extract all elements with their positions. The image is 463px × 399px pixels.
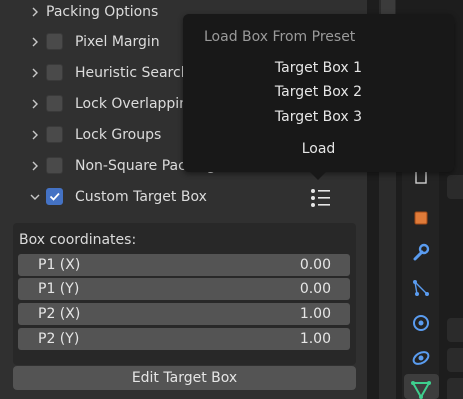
field-value: 1.00 <box>299 306 331 322</box>
lock-overlapping-checkbox[interactable] <box>46 95 63 112</box>
sidebar-tab[interactable] <box>381 0 395 14</box>
p1-x-field[interactable]: P1 (X) 0.00 <box>18 254 350 276</box>
physics-icon[interactable] <box>409 311 433 335</box>
field-label: P2 (Y) <box>38 331 80 347</box>
constraint-icon[interactable] <box>409 346 433 370</box>
wrench-icon[interactable] <box>409 241 433 265</box>
non-square-packing-checkbox[interactable] <box>46 157 63 174</box>
right-edge-button[interactable] <box>447 318 463 342</box>
preset-menu-title: Load Box From Preset <box>204 29 356 45</box>
lock-overlapping-label: Lock Overlapping <box>75 95 197 112</box>
popup-pointer <box>310 172 326 180</box>
edit-target-box-button[interactable]: Edit Target Box <box>13 366 356 390</box>
right-edge-button[interactable] <box>447 378 463 399</box>
field-value: 0.00 <box>299 281 331 297</box>
chevron-right-icon[interactable] <box>28 97 42 111</box>
target-box-subpanel: Box coordinates: P1 (X) 0.00 P1 (Y) 0.00… <box>13 223 356 365</box>
lock-groups-checkbox[interactable] <box>46 126 63 143</box>
preset-popup-menu: Load Box From Preset Target Box 1 Target… <box>183 14 454 172</box>
field-label: P1 (X) <box>38 257 81 273</box>
packing-options-label: Packing Options <box>46 3 159 20</box>
preset-item-target-box-1[interactable]: Target Box 1 <box>183 60 454 76</box>
right-edge-button[interactable] <box>447 348 463 372</box>
field-value: 1.00 <box>299 331 331 347</box>
box-coordinates-title: Box coordinates: <box>19 232 137 248</box>
chevron-right-icon[interactable] <box>28 35 42 49</box>
chevron-down-icon[interactable] <box>28 190 42 204</box>
field-value: 0.00 <box>299 257 331 273</box>
preset-item-target-box-2[interactable]: Target Box 2 <box>183 84 454 100</box>
p1-y-field[interactable]: P1 (Y) 0.00 <box>18 278 350 300</box>
pixel-margin-label: Pixel Margin <box>75 33 160 50</box>
heuristic-search-label: Heuristic Search <box>75 64 190 81</box>
custom-target-box-label: Custom Target Box <box>75 188 207 205</box>
custom-target-box-checkbox[interactable] <box>46 188 63 205</box>
object-data-icon[interactable] <box>409 377 433 399</box>
preset-list-icon[interactable] <box>309 188 333 208</box>
lock-groups-label: Lock Groups <box>75 126 162 143</box>
preset-item-target-box-3[interactable]: Target Box 3 <box>183 109 454 125</box>
particles-icon[interactable] <box>409 276 433 300</box>
chevron-right-icon[interactable] <box>28 159 42 173</box>
preset-load-button[interactable]: Load <box>183 141 454 157</box>
pixel-margin-checkbox[interactable] <box>46 33 63 50</box>
p2-x-field[interactable]: P2 (X) 1.00 <box>18 303 350 325</box>
checkmark-icon <box>49 192 60 201</box>
heuristic-search-checkbox[interactable] <box>46 64 63 81</box>
chevron-right-icon[interactable] <box>28 128 42 142</box>
right-edge-button[interactable] <box>447 175 463 199</box>
chevron-right-icon <box>28 5 42 19</box>
p2-y-field[interactable]: P2 (Y) 1.00 <box>18 328 350 350</box>
chevron-right-icon[interactable] <box>28 66 42 80</box>
object-properties-icon[interactable] <box>409 206 433 230</box>
field-label: P2 (X) <box>38 306 81 322</box>
field-label: P1 (Y) <box>38 281 80 297</box>
